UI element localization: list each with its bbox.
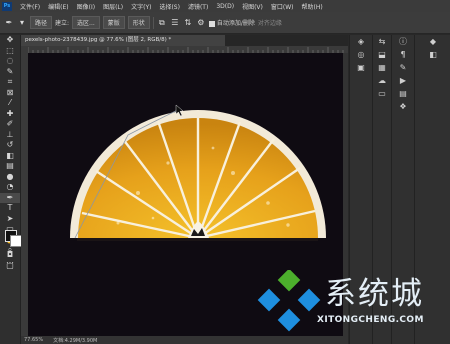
align-edges-checkbox[interactable]: 对齐边缘	[258, 18, 282, 27]
brush-settings-panel-icon[interactable]: ☁	[373, 74, 391, 87]
eraser-tool-icon[interactable]: ◧	[0, 151, 20, 162]
divider	[152, 16, 154, 29]
path-arrangement-icon[interactable]: ⇅	[183, 18, 193, 28]
history-brush-tool-icon[interactable]: ↺	[0, 140, 20, 151]
pen-tool-icon[interactable]: ✒	[4, 18, 14, 28]
crop-tool-icon[interactable]: ⌗	[0, 77, 20, 88]
watermark-logo-icon	[257, 270, 321, 332]
libraries-panel-icon[interactable]: ▤	[392, 87, 414, 100]
swatches-panel-icon[interactable]: ▦	[373, 61, 391, 74]
ruler-ticks	[27, 47, 344, 53]
mask-button[interactable]: 蒙版	[102, 16, 125, 29]
styles-panel-icon[interactable]: ▣	[350, 61, 372, 74]
make-label: 建立:	[55, 20, 70, 27]
path-alignment-icon[interactable]: ☰	[170, 18, 180, 28]
watermark-text: 系统城	[325, 276, 424, 312]
lasso-tool-icon[interactable]: ◌	[0, 56, 20, 67]
gradients-panel-icon[interactable]: ◧	[415, 48, 450, 61]
document-size: 文档:4.29M/3.90M	[53, 337, 98, 344]
dodge-tool-icon[interactable]: ◔	[0, 182, 20, 193]
gradient-tool-icon[interactable]: ▤	[0, 161, 20, 172]
navigator-panel-icon[interactable]: ◆	[415, 35, 450, 48]
menu-3d[interactable]: 3D(D)	[212, 3, 238, 10]
actions-panel-icon[interactable]: ▶	[392, 74, 414, 87]
watermark-url: XITONGCHENG.COM	[317, 315, 424, 325]
menu-layer[interactable]: 图层(L)	[99, 2, 127, 11]
layers-panel-icon[interactable]: ◈	[350, 35, 372, 48]
menu-select[interactable]: 选择(S)	[155, 2, 184, 11]
gear-icon[interactable]: ⚙	[196, 18, 206, 28]
move-tool-icon[interactable]: ✥	[0, 35, 20, 46]
toolbox: ✥ ⬚ ◌ ✎ ⌗ ⊠ ⁄ ✚ ✐ ⊥ ↺ ◧ ▤ ● ◔ ✒ T ➤ ▭ ✋ …	[0, 35, 22, 344]
stamp-tool-icon[interactable]: ⊥	[0, 130, 20, 141]
path-operations-icon[interactable]: ⧉	[157, 18, 167, 28]
channels-panel-icon[interactable]: ❖	[392, 100, 414, 113]
document-tab[interactable]: pexels-photo-2378439.jpg @ 77.6% (图层 2, …	[21, 35, 225, 46]
pen-tool-icon[interactable]: ✒	[0, 192, 20, 203]
history-panel-icon[interactable]: ▭	[373, 87, 391, 100]
eyedropper-tool-icon[interactable]: ⁄	[0, 98, 20, 109]
menu-type[interactable]: 文字(Y)	[127, 2, 155, 11]
shape-button[interactable]: 形状	[127, 16, 150, 29]
heal-tool-icon[interactable]: ✚	[0, 109, 20, 120]
zoom-level[interactable]: 77.65%	[24, 337, 43, 343]
menu-image[interactable]: 图像(I)	[73, 2, 99, 11]
quick-select-tool-icon[interactable]: ✎	[0, 67, 20, 78]
menu-filter[interactable]: 滤镜(T)	[184, 2, 212, 11]
color-panel-icon[interactable]: ⬓	[373, 48, 391, 61]
adjustments-panel-icon[interactable]: ◎	[350, 48, 372, 61]
type-tool-icon[interactable]: T	[0, 203, 20, 214]
blur-tool-icon[interactable]: ●	[0, 172, 20, 183]
menu-edit[interactable]: 编辑(E)	[44, 2, 72, 11]
mode-select[interactable]: 路径	[30, 16, 53, 29]
marquee-tool-icon[interactable]: ⬚	[0, 46, 20, 57]
options-bar: ✒ ▾ 路径 建立: 选区... 蒙版 形状 ⧉ ☰ ⇅ ⚙ 自动添加/删除 对…	[0, 12, 450, 34]
quick-mask-icon[interactable]: ◘	[0, 250, 20, 261]
character-panel-icon[interactable]: ¶	[392, 48, 414, 61]
frame-tool-icon[interactable]: ⊠	[0, 88, 20, 99]
info-panel-icon[interactable]: ⓘ	[392, 35, 414, 48]
watermark: 系统城 XITONGCHENG.COM	[255, 268, 450, 344]
menu-file[interactable]: 文件(F)	[16, 2, 44, 11]
path-select-tool-icon[interactable]: ➤	[0, 214, 20, 225]
auto-add-delete-label: 自动添加/删除	[216, 20, 255, 27]
screen-mode-icon[interactable]: ▢	[0, 261, 20, 272]
menu-bar: Ps 文件(F) 编辑(E) 图像(I) 图层(L) 文字(Y) 选择(S) 滤…	[0, 0, 450, 12]
paths-panel-icon[interactable]: ✎	[392, 61, 414, 74]
menu-view[interactable]: 视图(V)	[238, 2, 267, 11]
menu-help[interactable]: 帮助(H)	[298, 2, 327, 11]
auto-add-delete-checkbox[interactable]: 自动添加/删除	[208, 18, 255, 27]
chevron-down-icon[interactable]: ▾	[17, 18, 27, 28]
checkbox-icon	[208, 20, 215, 27]
menu-window[interactable]: 窗口(W)	[267, 2, 298, 11]
selection-button[interactable]: 选区...	[72, 16, 100, 29]
brush-tool-icon[interactable]: ✐	[0, 119, 20, 130]
properties-panel-icon[interactable]: ⇆	[373, 35, 391, 48]
photoshop-logo: Ps	[2, 1, 12, 11]
